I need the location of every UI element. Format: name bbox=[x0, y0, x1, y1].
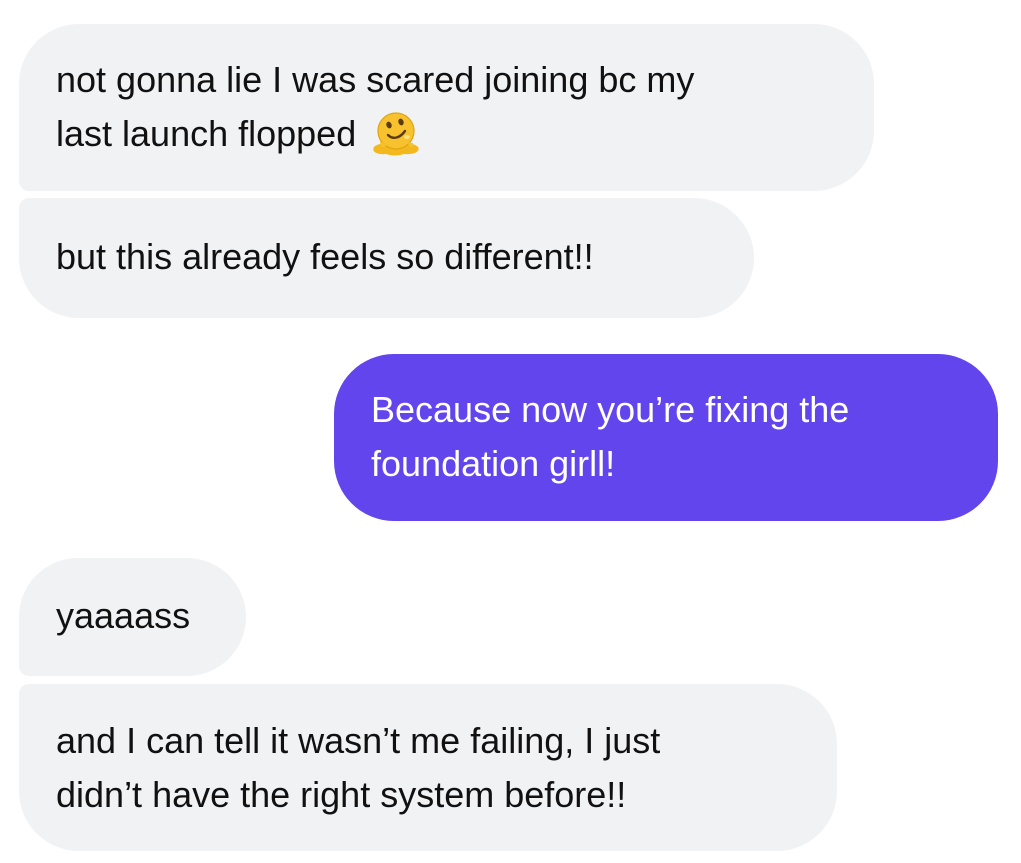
message-text: didn’t have the right system before!! bbox=[56, 774, 627, 815]
incoming-message-bubble[interactable]: yaaaass bbox=[19, 558, 246, 676]
incoming-message-bubble[interactable]: but this already feels so different!! bbox=[19, 198, 754, 318]
message-text: not gonna lie I was scared joining bc my bbox=[56, 59, 695, 100]
incoming-message-bubble[interactable]: and I can tell it wasn’t me failing, I j… bbox=[19, 684, 837, 851]
melting-face-icon bbox=[368, 107, 424, 157]
message-text: yaaaass bbox=[56, 595, 191, 636]
message-text: but this already feels so different!! bbox=[56, 236, 594, 277]
outgoing-message-bubble[interactable]: Because now you’re fixing the foundation… bbox=[334, 354, 998, 521]
message-text: last launch flopped bbox=[56, 113, 357, 154]
message-text: foundation girll! bbox=[371, 443, 616, 484]
incoming-message-bubble[interactable]: not gonna lie I was scared joining bc my… bbox=[19, 24, 874, 191]
message-text: Because now you’re fixing the bbox=[371, 389, 850, 430]
message-text: and I can tell it wasn’t me failing, I j… bbox=[56, 720, 661, 761]
